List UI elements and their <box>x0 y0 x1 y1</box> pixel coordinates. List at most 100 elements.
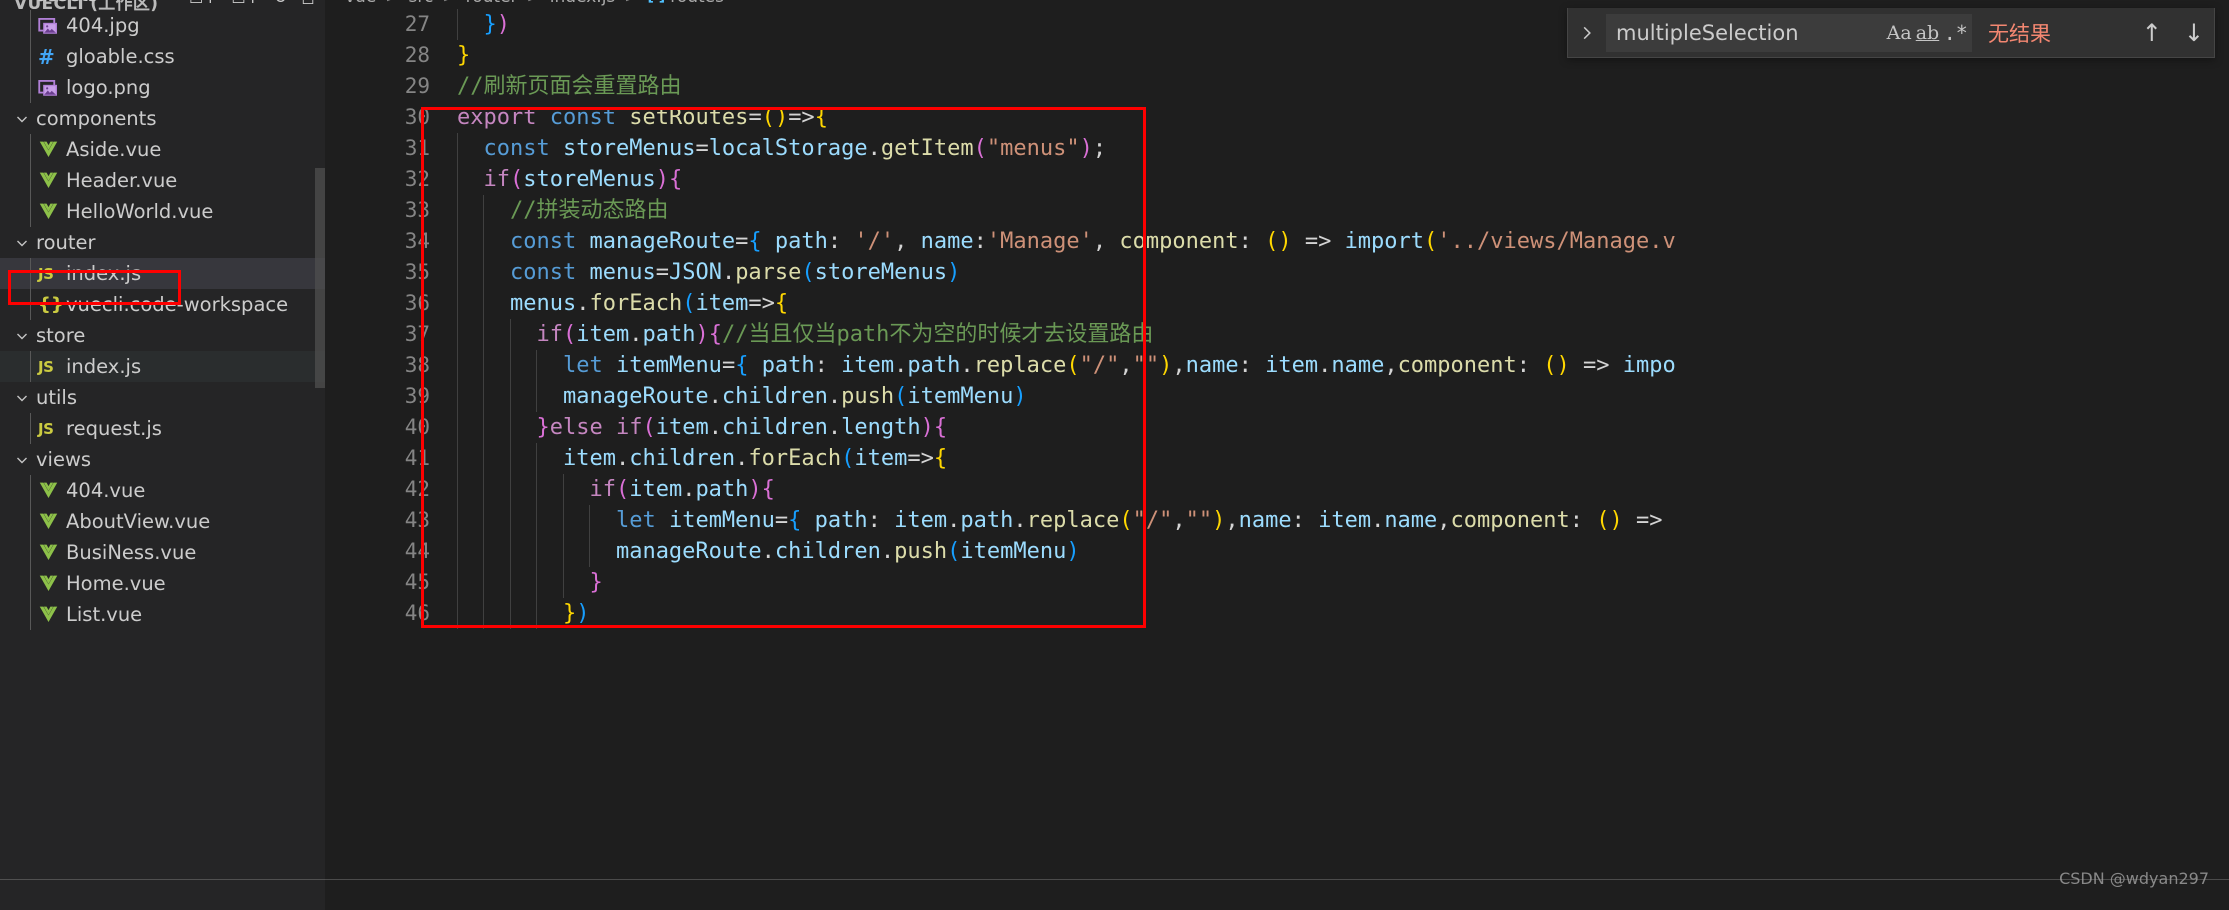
tree-file-List.vue[interactable]: List.vue <box>0 599 325 630</box>
tree-folder-views[interactable]: views <box>0 444 325 475</box>
tree-file-HelloWorld.vue[interactable]: HelloWorld.vue <box>0 196 325 227</box>
code-line[interactable]: 41 item.children.forEach(item=>{ <box>325 443 2229 474</box>
breadcrumb-item[interactable]: src <box>409 0 434 7</box>
tree-file-404.vue[interactable]: 404.vue <box>0 475 325 506</box>
code-text: }) <box>457 598 589 629</box>
indent-guide <box>30 475 31 506</box>
chevron-down-icon[interactable] <box>14 111 30 127</box>
indent-guide <box>30 537 31 568</box>
code-line[interactable]: 38 let itemMenu={ path: item.path.replac… <box>325 350 2229 381</box>
match-whole-word-icon[interactable]: ab <box>1914 18 1940 48</box>
find-result-count: 无结果 <box>1988 18 2051 48</box>
code-line[interactable]: 46 }) <box>325 598 2229 629</box>
code-line[interactable]: 45 } <box>325 567 2229 598</box>
breadcrumb-item[interactable]: index.js <box>550 0 616 7</box>
tree-file-AboutView.vue[interactable]: AboutView.vue <box>0 506 325 537</box>
indent-guide <box>30 289 31 320</box>
line-number: 44 <box>325 536 430 567</box>
match-case-icon[interactable]: Aa <box>1886 18 1912 48</box>
code-line[interactable]: 29//刷新页面会重置路由 <box>325 71 2229 102</box>
tree-item-label: request.js <box>64 417 162 440</box>
chevron-down-icon[interactable] <box>14 452 30 468</box>
code-content[interactable]: 27 })28}29//刷新页面会重置路由30export const setR… <box>325 9 2229 910</box>
breadcrumb-item[interactable]: vue <box>345 0 376 7</box>
vue-icon <box>38 604 64 625</box>
tree-file-Home.vue[interactable]: Home.vue <box>0 568 325 599</box>
sidebar-scrollbar[interactable] <box>315 168 325 388</box>
chevron-right-icon[interactable] <box>1572 13 1602 53</box>
find-navigation: ↑ ↓ <box>2142 21 2204 45</box>
tree-folder-utils[interactable]: utils <box>0 382 325 413</box>
next-match-icon[interactable]: ↓ <box>2184 21 2204 45</box>
code-line[interactable]: 32 if(storeMenus){ <box>325 164 2229 195</box>
tree-folder-store[interactable]: store <box>0 320 325 351</box>
tree-file-logo.png[interactable]: logo.png <box>0 72 325 103</box>
tree-file-index.js[interactable]: JSindex.js <box>0 258 325 289</box>
code-line[interactable]: 31 const storeMenus=localStorage.getItem… <box>325 133 2229 164</box>
find-input-wrapper[interactable]: Aa ab .* <box>1606 14 1972 52</box>
breadcrumb-separator: > <box>624 0 638 7</box>
code-line[interactable]: 36 menus.forEach(item=>{ <box>325 288 2229 319</box>
indent-guide <box>30 506 31 537</box>
indent-guide <box>30 413 31 444</box>
code-text: let itemMenu={ path: item.path.replace("… <box>457 505 1663 536</box>
tree-item-label: index.js <box>64 355 141 378</box>
tree-file-vuecli.code-workspace[interactable]: {}vuecli.code-workspace <box>0 289 325 320</box>
tree-item-label: AboutView.vue <box>64 510 210 533</box>
indent-guide <box>30 41 31 72</box>
vue-icon <box>38 170 64 191</box>
chevron-down-icon[interactable] <box>14 0 30 3</box>
code-line[interactable]: 42 if(item.path){ <box>325 474 2229 505</box>
indent-guide <box>30 351 31 382</box>
tree-item-label: 404.vue <box>64 479 145 502</box>
tree-item-label: Header.vue <box>64 169 177 192</box>
vue-icon <box>38 542 64 563</box>
vue-icon <box>38 201 64 222</box>
code-text: } <box>457 40 470 71</box>
code-line[interactable]: 35 const menus=JSON.parse(storeMenus) <box>325 257 2229 288</box>
indent-guide <box>30 72 31 103</box>
tree-file-BusiNess.vue[interactable]: BusiNess.vue <box>0 537 325 568</box>
code-line[interactable]: 39 manageRoute.children.push(itemMenu) <box>325 381 2229 412</box>
code-line[interactable]: 40 }else if(item.children.length){ <box>325 412 2229 443</box>
indent-guide <box>30 196 31 227</box>
previous-match-icon[interactable]: ↑ <box>2142 21 2162 45</box>
code-text: menus.forEach(item=>{ <box>457 288 788 319</box>
image-icon <box>38 16 64 36</box>
use-regex-icon[interactable]: .* <box>1943 18 1969 48</box>
code-line[interactable]: 30export const setRoutes=()=>{ <box>325 102 2229 133</box>
line-number: 43 <box>325 505 430 536</box>
chevron-down-icon[interactable] <box>14 235 30 251</box>
tree-file-request.js[interactable]: JSrequest.js <box>0 413 325 444</box>
code-line[interactable]: 44 manageRoute.children.push(itemMenu) <box>325 536 2229 567</box>
find-widget: Aa ab .* 无结果 ↑ ↓ <box>1567 8 2215 58</box>
tree-file-Header.vue[interactable]: Header.vue <box>0 165 325 196</box>
tree-folder-components[interactable]: components <box>0 103 325 134</box>
code-text: manageRoute.children.push(itemMenu) <box>457 536 1080 567</box>
vue-icon <box>38 480 64 501</box>
tree-item-label: logo.png <box>64 76 151 99</box>
code-line[interactable]: 34 const manageRoute={ path: '/', name:'… <box>325 226 2229 257</box>
indent-guide <box>30 165 31 196</box>
tree-folder-assets[interactable]: assets <box>0 0 325 10</box>
breadcrumb-symbol[interactable]: routes <box>670 0 724 7</box>
tree-file-index.js[interactable]: JSindex.js <box>0 351 325 382</box>
find-input[interactable] <box>1607 14 1886 52</box>
line-number: 29 <box>325 71 430 102</box>
breadcrumb-item[interactable]: router <box>466 0 518 7</box>
chevron-down-icon[interactable] <box>14 390 30 406</box>
tree-file-404.jpg[interactable]: 404.jpg <box>0 10 325 41</box>
chevron-down-icon[interactable] <box>14 328 30 344</box>
code-line[interactable]: 43 let itemMenu={ path: item.path.replac… <box>325 505 2229 536</box>
tree-item-label: vuecli.code-workspace <box>64 293 288 316</box>
indent-guide <box>30 134 31 165</box>
editor-vertical-scrollbar[interactable] <box>2215 0 2229 910</box>
code-text: } <box>457 567 603 598</box>
indent-guide <box>30 568 31 599</box>
code-line[interactable]: 33 //拼装动态路由 <box>325 195 2229 226</box>
tree-file-gloable.css[interactable]: #gloable.css <box>0 41 325 72</box>
code-line[interactable]: 37 if(item.path){//当且仅当path不为空的时候才去设置路由 <box>325 319 2229 350</box>
tree-item-label: store <box>34 324 85 347</box>
tree-folder-router[interactable]: router <box>0 227 325 258</box>
tree-file-Aside.vue[interactable]: Aside.vue <box>0 134 325 165</box>
